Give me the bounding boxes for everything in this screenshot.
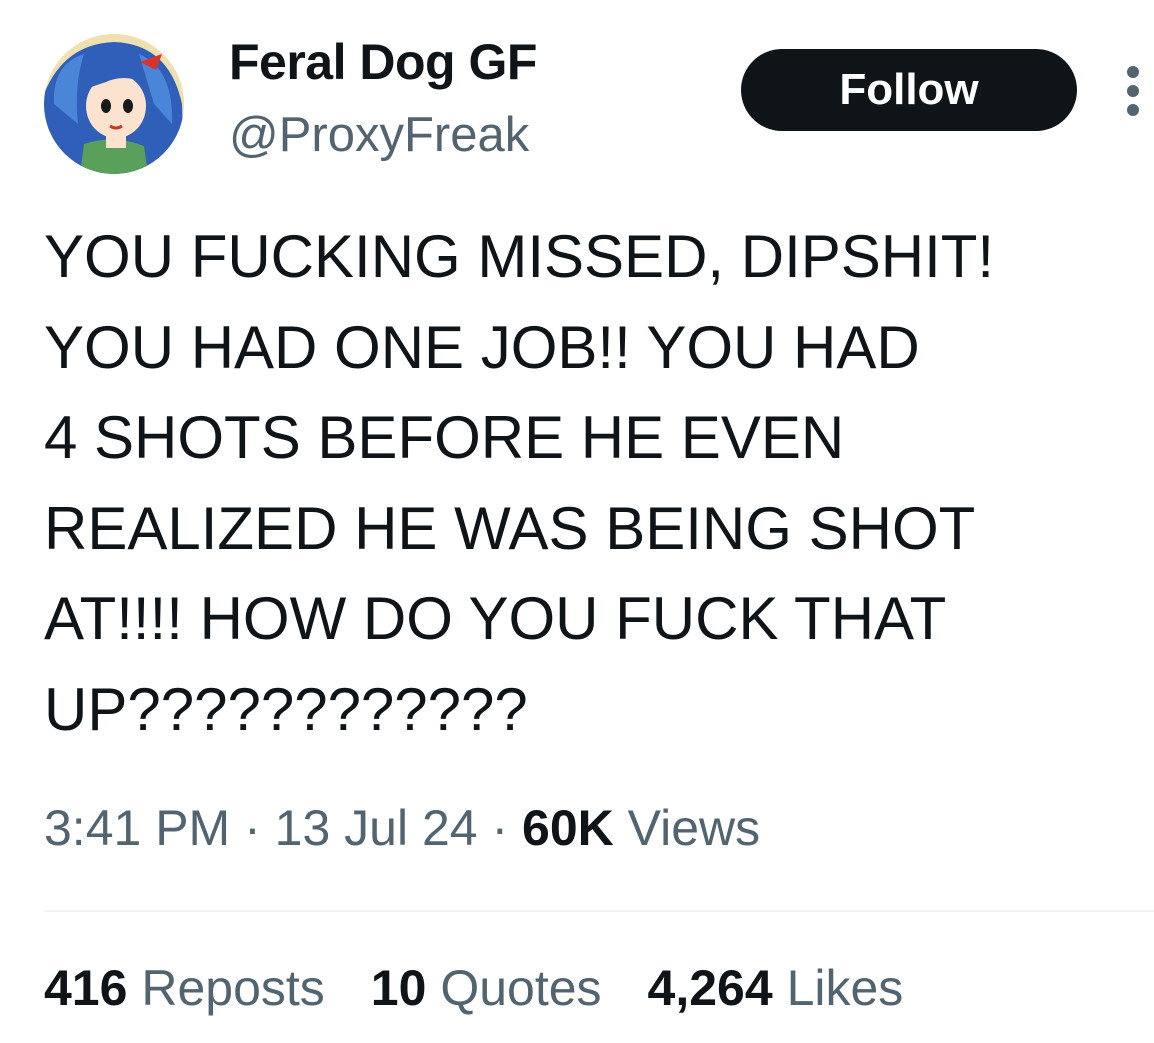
likes-count: 4,264 <box>647 960 773 1016</box>
tweet-line: YOU FUCKING MISSED, DIPSHIT! <box>44 223 995 290</box>
views-count: 60K <box>522 800 614 856</box>
quotes-count: 10 <box>370 960 427 1016</box>
meta-separator: · <box>230 800 275 856</box>
likes-label: Likes <box>786 960 904 1016</box>
more-dot <box>1127 85 1139 97</box>
anime-girl-avatar-icon <box>44 34 184 174</box>
tweet-line: UP???????????? <box>44 675 528 743</box>
tweet-meta: 3:41 PM · 13 Jul 24 · 60K Views <box>44 800 760 858</box>
tweet-line: REALIZED HE WAS BEING SHOT <box>44 494 976 562</box>
reposts-count: 416 <box>44 960 128 1016</box>
divider <box>44 910 1154 912</box>
more-dot <box>1127 66 1139 78</box>
likes-stat[interactable]: 4,264 Likes <box>648 960 904 1016</box>
engagement-stats: 416 Reposts 10 Quotes 4,264 Likes <box>44 960 903 1018</box>
reposts-stat[interactable]: 416 Reposts <box>44 960 325 1016</box>
tweet-line: AT!!!! HOW DO YOU FUCK THAT <box>44 585 947 652</box>
meta-separator: · <box>477 800 523 856</box>
user-handle[interactable]: @ProxyFreak <box>229 107 529 163</box>
quotes-label: Quotes <box>440 960 602 1016</box>
tweet-line: 4 SHOTS BEFORE HE EVEN <box>44 404 845 471</box>
quotes-stat[interactable]: 10 Quotes <box>371 960 602 1016</box>
reposts-label: Reposts <box>141 960 325 1016</box>
more-dot <box>1127 104 1139 116</box>
tweet-date[interactable]: 13 Jul 24 <box>275 800 478 856</box>
follow-button[interactable]: Follow <box>741 49 1077 131</box>
avatar[interactable] <box>44 34 184 174</box>
tweet-time[interactable]: 3:41 PM <box>44 800 230 856</box>
views-label: Views <box>627 800 761 856</box>
display-name[interactable]: Feral Dog GF <box>229 34 537 92</box>
tweet-text: YOU FUCKING MISSED, DIPSHIT! YOU HAD ONE… <box>44 212 1134 755</box>
tweet-line: YOU HAD ONE JOB!! YOU HAD <box>44 313 920 381</box>
more-vertical-icon[interactable] <box>1120 66 1146 116</box>
